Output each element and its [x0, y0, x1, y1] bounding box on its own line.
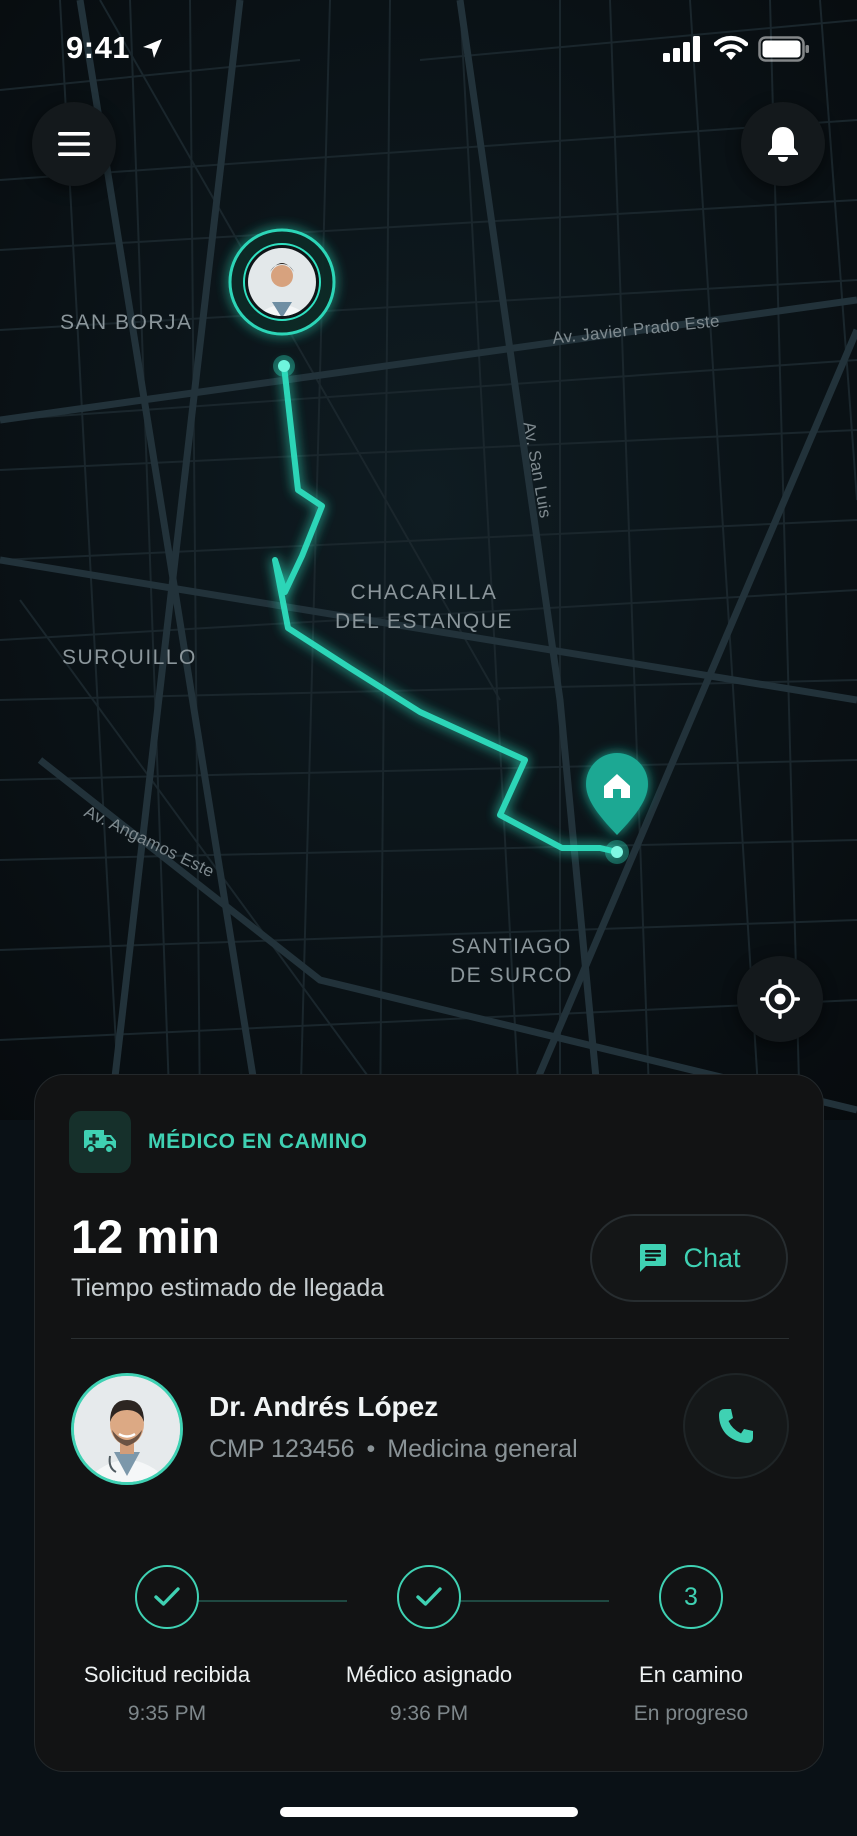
check-icon	[416, 1587, 442, 1606]
ambulance-icon-badge	[69, 1111, 131, 1173]
notifications-button[interactable]	[741, 102, 825, 186]
menu-button[interactable]	[32, 102, 116, 186]
step-connector-1	[175, 1600, 347, 1602]
doctor-cmp: CMP 123456	[209, 1435, 355, 1463]
locate-me-button[interactable]	[737, 956, 823, 1042]
eta-value: 12 min	[71, 1210, 220, 1263]
phone-icon	[719, 1409, 753, 1443]
chat-button[interactable]: Chat	[590, 1214, 788, 1302]
wifi-icon	[714, 35, 748, 60]
progress-stepper: 3 Solicitud recibida 9:35 PM Médico asig…	[35, 1565, 825, 1735]
check-icon	[154, 1587, 180, 1606]
step-1-title: Solicitud recibida	[83, 1662, 251, 1687]
step-2-circle	[397, 1565, 461, 1629]
doctor-avatar	[71, 1373, 183, 1485]
home-indicator[interactable]	[280, 1807, 578, 1817]
doctor-map-marker	[228, 228, 336, 336]
doctor-specialty: Medicina general	[387, 1435, 578, 1463]
call-doctor-button[interactable]	[683, 1373, 789, 1479]
eta-caption: Tiempo estimado de llegada	[71, 1274, 385, 1302]
signal-icon	[663, 36, 700, 62]
doctor-status-card: MÉDICO EN CAMINO 12 min Tiempo estimado …	[34, 1074, 824, 1772]
location-arrow-icon	[143, 39, 162, 58]
step-3-circle: 3	[659, 1565, 723, 1629]
locate-icon	[760, 979, 800, 1019]
step-3-title: En camino	[639, 1662, 743, 1687]
screen: SAN BORJA CHACARILLA DEL ESTANQUE SURQUI…	[0, 0, 857, 1836]
doctor-name: Dr. Andrés López	[209, 1391, 439, 1422]
ambulance-icon	[84, 1130, 116, 1154]
status-bar: 9:41	[0, 0, 857, 100]
chat-button-label: Chat	[683, 1242, 741, 1273]
step-3-number: 3	[684, 1582, 698, 1611]
district-label-chacarilla: CHACARILLA DEL ESTANQUE	[335, 581, 513, 633]
doctor-photo	[74, 1376, 180, 1482]
map-canvas	[0, 0, 857, 1122]
step-1-circle	[135, 1565, 199, 1629]
district-label-santiago-de-surco: SANTIAGO DE SURCO	[450, 935, 573, 987]
doctor-meta: CMP 123456 • Medicina general	[209, 1435, 578, 1464]
chat-icon	[640, 1244, 667, 1272]
step-1-time: 9:35 PM	[127, 1702, 207, 1725]
map[interactable]: SAN BORJA CHACARILLA DEL ESTANQUE SURQUI…	[0, 0, 857, 1122]
status-label: MÉDICO EN CAMINO	[148, 1130, 368, 1153]
district-label-san-borja: SAN BORJA	[60, 311, 193, 334]
step-2-title: Médico asignado	[345, 1662, 513, 1687]
card-divider	[71, 1338, 789, 1339]
menu-icon	[58, 132, 90, 156]
status-time: 9:41	[66, 30, 131, 65]
battery-icon	[758, 36, 809, 62]
bell-icon	[768, 127, 798, 162]
meta-separator: •	[366, 1435, 376, 1463]
step-2-time: 9:36 PM	[389, 1702, 469, 1725]
step-connector-2	[435, 1600, 609, 1602]
district-label-surquillo: SURQUILLO	[62, 646, 197, 669]
step-3-status: En progreso	[633, 1702, 749, 1725]
